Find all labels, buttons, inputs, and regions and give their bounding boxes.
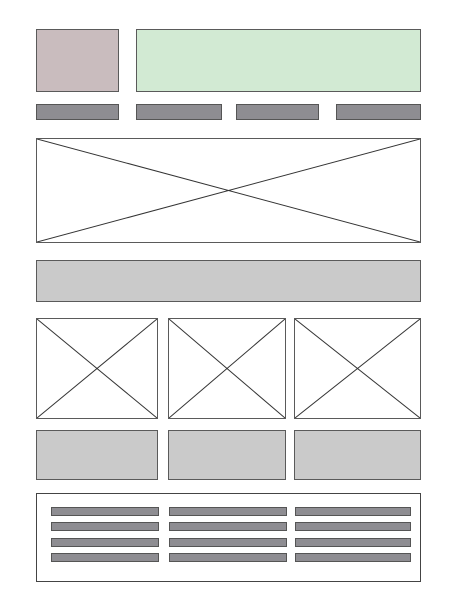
- footer-link[interactable]: [295, 553, 411, 562]
- footer-link[interactable]: [51, 507, 159, 516]
- image-placeholder-icon: [169, 319, 285, 418]
- card-1: [36, 430, 158, 480]
- thumbnail-3: [294, 318, 421, 419]
- logo-placeholder: [36, 29, 119, 92]
- image-placeholder-icon: [295, 319, 420, 418]
- nav-item-4[interactable]: [336, 104, 421, 120]
- thumbnail-1: [36, 318, 158, 419]
- image-placeholder-icon: [37, 139, 420, 242]
- footer-link[interactable]: [169, 553, 287, 562]
- footer-link[interactable]: [51, 538, 159, 547]
- card-2: [168, 430, 286, 480]
- footer-link[interactable]: [51, 522, 159, 531]
- header-banner: [136, 29, 421, 92]
- image-placeholder-icon: [37, 319, 157, 418]
- footer-link[interactable]: [169, 522, 287, 531]
- footer-link[interactable]: [295, 507, 411, 516]
- footer-link[interactable]: [51, 553, 159, 562]
- footer-link[interactable]: [295, 522, 411, 531]
- footer: [36, 493, 421, 582]
- content-bar: [36, 260, 421, 302]
- card-3: [294, 430, 421, 480]
- hero-image-placeholder: [36, 138, 421, 243]
- footer-link[interactable]: [295, 538, 411, 547]
- nav-item-1[interactable]: [36, 104, 119, 120]
- nav-item-3[interactable]: [236, 104, 319, 120]
- footer-link[interactable]: [169, 507, 287, 516]
- footer-link[interactable]: [169, 538, 287, 547]
- nav-item-2[interactable]: [136, 104, 222, 120]
- thumbnail-2: [168, 318, 286, 419]
